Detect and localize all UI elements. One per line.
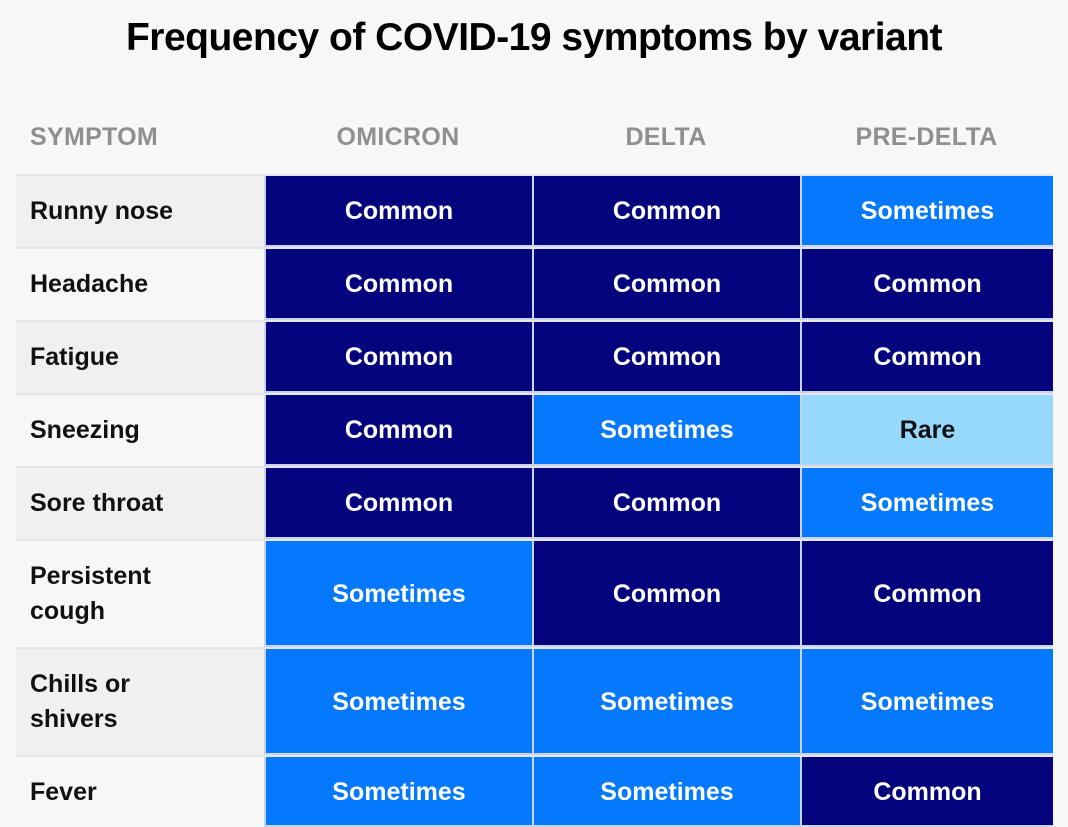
frequency-cell-delta: Common — [532, 468, 800, 539]
frequency-cell-delta: Sometimes — [532, 757, 800, 827]
frequency-cell-delta: Common — [532, 322, 800, 393]
column-header-symptom: SYMPTOM — [30, 122, 159, 151]
symptom-label: Sore throat — [16, 468, 264, 539]
symptom-label: Headache — [16, 249, 264, 320]
frequency-cell-delta: Common — [532, 176, 800, 247]
frequency-cell-pre-delta: Common — [800, 757, 1053, 827]
frequency-cell-omicron: Sometimes — [264, 757, 532, 827]
table-row: Fever Sometimes Sometimes Common — [16, 755, 1053, 827]
frequency-cell-delta: Common — [532, 249, 800, 320]
symptom-label: Fatigue — [16, 322, 264, 393]
chart-title: Frequency of COVID-19 symptoms by varian… — [125, 16, 943, 59]
frequency-cell-omicron: Common — [264, 176, 532, 247]
frequency-cell-delta: Common — [532, 541, 800, 647]
symptom-label: Sneezing — [16, 395, 264, 466]
table-row: Fatigue Common Common Common — [16, 320, 1053, 393]
table-row: Headache Common Common Common — [16, 247, 1053, 320]
frequency-cell-pre-delta: Rare — [800, 395, 1053, 466]
table-row: Persistent cough Sometimes Common Common — [16, 539, 1053, 647]
column-header-delta: DELTA — [625, 122, 707, 151]
column-header-pre-delta: PRE-DELTA — [855, 122, 998, 151]
symptom-label: Runny nose — [16, 176, 264, 247]
table-row: Sore throat Common Common Sometimes — [16, 466, 1053, 539]
frequency-cell-omicron: Common — [264, 468, 532, 539]
frequency-cell-pre-delta: Common — [800, 249, 1053, 320]
column-header-omicron: OMICRON — [336, 122, 460, 151]
symptom-label: Chills or shivers — [16, 649, 264, 755]
frequency-cell-omicron: Common — [264, 395, 532, 466]
table-row: Runny nose Common Common Sometimes — [16, 174, 1053, 247]
symptom-table: SYMPTOM OMICRON DELTA PRE-DELTA Runny no… — [16, 100, 1053, 827]
table-body: Runny nose Common Common Sometimes Headache C… — [16, 174, 1053, 827]
frequency-cell-delta: Sometimes — [532, 649, 800, 755]
symptom-label: Fever — [16, 757, 264, 827]
frequency-cell-omicron: Sometimes — [264, 649, 532, 755]
frequency-cell-pre-delta: Sometimes — [800, 649, 1053, 755]
frequency-cell-pre-delta: Common — [800, 322, 1053, 393]
table-row: Chills or shivers Sometimes Sometimes Somet… — [16, 647, 1053, 755]
table-row: Sneezing Common Sometimes Rare — [16, 393, 1053, 466]
frequency-cell-pre-delta: Common — [800, 541, 1053, 647]
frequency-cell-omicron: Common — [264, 322, 532, 393]
frequency-cell-pre-delta: Sometimes — [800, 176, 1053, 247]
frequency-cell-omicron: Common — [264, 249, 532, 320]
frequency-cell-omicron: Sometimes — [264, 541, 532, 647]
frequency-cell-pre-delta: Sometimes — [800, 468, 1053, 539]
frequency-cell-delta: Sometimes — [532, 395, 800, 466]
symptom-label: Persistent cough — [16, 541, 264, 647]
table-header: SYMPTOM OMICRON DELTA PRE-DELTA — [16, 100, 1053, 174]
